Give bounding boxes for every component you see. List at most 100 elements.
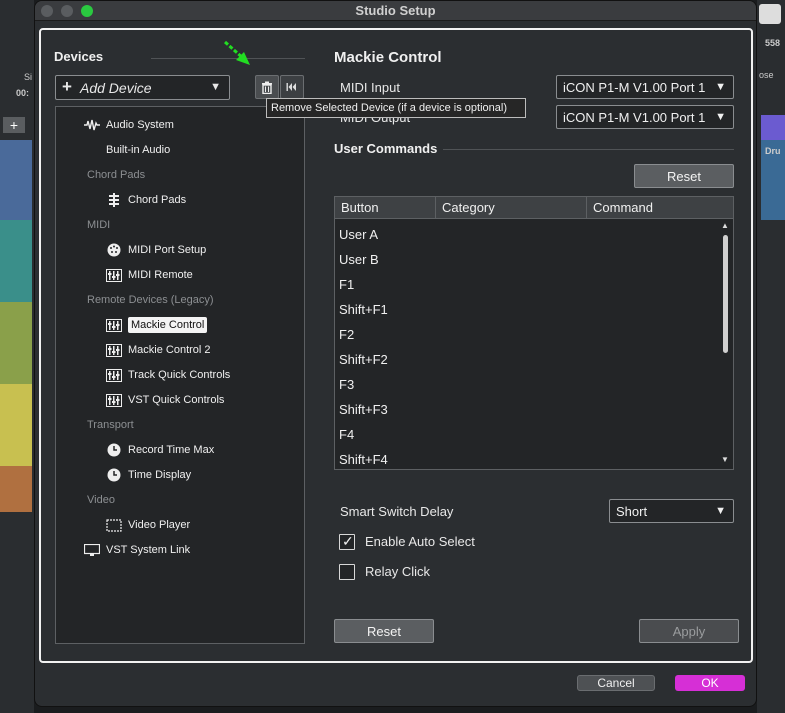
checkmark-icon: ✓ <box>342 533 354 549</box>
table-row[interactable]: User A <box>339 227 378 242</box>
tree-category-label: MIDI <box>87 219 111 231</box>
tree-item-label: Mackie Control 2 <box>128 344 211 356</box>
scroll-down-icon[interactable]: ▼ <box>721 455 729 464</box>
table-row[interactable]: Shift+F2 <box>339 352 388 367</box>
tree-item-label: VST Quick Controls <box>128 394 225 406</box>
bg-number: 558 <box>765 38 781 48</box>
table-row[interactable]: User B <box>339 252 379 267</box>
clip-purple <box>761 115 785 140</box>
bg-label-right: ose <box>759 70 774 80</box>
tree-item[interactable]: Time Display <box>106 465 191 485</box>
tree-item[interactable]: MIDI Remote <box>106 265 193 285</box>
tree-item[interactable]: Chord Pads <box>106 190 186 210</box>
midi-input-dropdown[interactable]: iCON P1-M V1.00 Port 1 ▼ <box>556 75 734 99</box>
tree-item[interactable]: Audio System <box>84 115 174 135</box>
tree-item-label: Mackie Control <box>128 317 208 333</box>
user-commands-table: Button Category Command User A User B F1 Sh… <box>334 196 734 470</box>
column-divider <box>435 197 436 219</box>
ok-button[interactable]: OK <box>675 675 745 691</box>
tree-item-label: MIDI Port Setup <box>128 244 207 256</box>
tree-item[interactable]: Mackie Control 2 <box>106 340 211 360</box>
add-track-icon[interactable]: + <box>3 117 25 133</box>
tree-category-label: Video <box>87 494 115 506</box>
table-row[interactable]: F3 <box>339 377 354 392</box>
tree-item[interactable]: Track Quick Controls <box>106 365 230 385</box>
table-row[interactable]: F4 <box>339 427 354 442</box>
titlebar: Studio Setup <box>35 1 756 21</box>
table-row[interactable]: F2 <box>339 327 354 342</box>
table-row[interactable]: Shift+F3 <box>339 402 388 417</box>
devices-title: Devices <box>54 49 104 64</box>
user-commands-divider <box>443 149 734 150</box>
reset-device-button[interactable] <box>280 75 304 99</box>
tree-item[interactable]: Video Player <box>106 515 190 535</box>
table-row[interactable]: Shift+F4 <box>339 452 388 467</box>
midi-output-dropdown[interactable]: iCON P1-M V1.00 Port 1 ▼ <box>556 105 734 129</box>
tree-item[interactable]: Mackie Control <box>106 315 208 335</box>
reset-button[interactable]: Reset <box>334 619 434 643</box>
bg-label: Si <box>24 72 33 82</box>
scroll-up-icon[interactable]: ▲ <box>721 221 729 230</box>
scroll-thumb[interactable] <box>723 235 728 353</box>
tree-item-label: Time Display <box>128 469 192 481</box>
main-panel: Devices + Add Device ▼ Audio System Built… <box>39 28 753 663</box>
device-tree[interactable]: Audio System Built-in Audio Chord Pads Chor… <box>55 106 305 644</box>
clock-icon <box>106 468 122 482</box>
fader-icon <box>106 368 122 382</box>
column-divider <box>586 197 587 219</box>
column-header-category[interactable]: Category <box>442 200 495 215</box>
tree-item[interactable]: Built-in Audio <box>106 140 170 160</box>
track-color-blue <box>0 140 32 220</box>
table-row[interactable]: Shift+F1 <box>339 302 388 317</box>
relay-click-checkbox[interactable] <box>339 564 355 580</box>
monitor-icon <box>84 543 100 557</box>
clip-label: Dru <box>765 146 781 156</box>
enable-auto-select-label: Enable Auto Select <box>365 534 475 549</box>
clock-icon <box>106 443 122 457</box>
tree-item[interactable]: Record Time Max <box>106 440 214 460</box>
midi-input-value: iCON P1-M V1.00 Port 1 <box>563 80 706 95</box>
tree-item-label: Audio System <box>106 119 174 131</box>
chevron-down-icon: ▼ <box>715 81 726 93</box>
tree-item[interactable]: VST Quick Controls <box>106 390 224 410</box>
tree-item-label: Track Quick Controls <box>128 369 231 381</box>
smart-switch-delay-value: Short <box>616 504 648 519</box>
tree-category-label: Chord Pads <box>87 169 146 181</box>
tree-category-label: Transport <box>87 419 134 431</box>
tree-item[interactable]: MIDI Port Setup <box>106 240 206 260</box>
trash-icon <box>262 81 272 94</box>
smart-switch-delay-dropdown[interactable]: Short ▼ <box>609 499 734 523</box>
track-color-olive <box>0 302 32 384</box>
apply-button[interactable]: Apply <box>639 619 739 643</box>
tree-item-label: Record Time Max <box>128 444 215 456</box>
column-header-button[interactable]: Button <box>341 200 379 215</box>
remove-device-tooltip: Remove Selected Device (if a device is o… <box>266 98 526 118</box>
table-scrollbar[interactable]: ▲ ▼ <box>721 221 731 467</box>
fader-icon <box>106 268 122 282</box>
tree-item[interactable]: VST System Link <box>84 540 190 560</box>
add-device-label: Add Device <box>80 80 152 96</box>
add-device-dropdown[interactable]: + Add Device ▼ <box>55 75 230 100</box>
table-row[interactable]: F1 <box>339 277 354 292</box>
track-color-teal <box>0 220 32 302</box>
toolbar-icon[interactable] <box>759 4 781 24</box>
cancel-button[interactable]: Cancel <box>577 675 655 691</box>
track-color-orange <box>0 466 32 512</box>
bg-timecode: 00: <box>16 88 30 98</box>
remove-device-button[interactable] <box>255 75 279 99</box>
video-icon <box>106 518 122 532</box>
tree-category-label: Remote Devices (Legacy) <box>87 294 214 306</box>
rewind-icon <box>286 83 296 91</box>
user-commands-reset-button[interactable]: Reset <box>634 164 734 188</box>
track-color-yellow <box>0 384 32 466</box>
column-header-command[interactable]: Command <box>593 200 653 215</box>
chord-pads-icon <box>106 193 122 207</box>
fader-icon <box>106 343 122 357</box>
daw-left-strip: + Si 00: <box>0 0 34 713</box>
waveform-icon <box>84 118 100 132</box>
midi-input-label: MIDI Input <box>340 80 400 95</box>
window-title: Studio Setup <box>355 3 436 18</box>
annotation-arrow-icon <box>223 40 250 65</box>
enable-auto-select-checkbox[interactable]: ✓ <box>339 533 355 550</box>
relay-click-label: Relay Click <box>365 564 431 579</box>
